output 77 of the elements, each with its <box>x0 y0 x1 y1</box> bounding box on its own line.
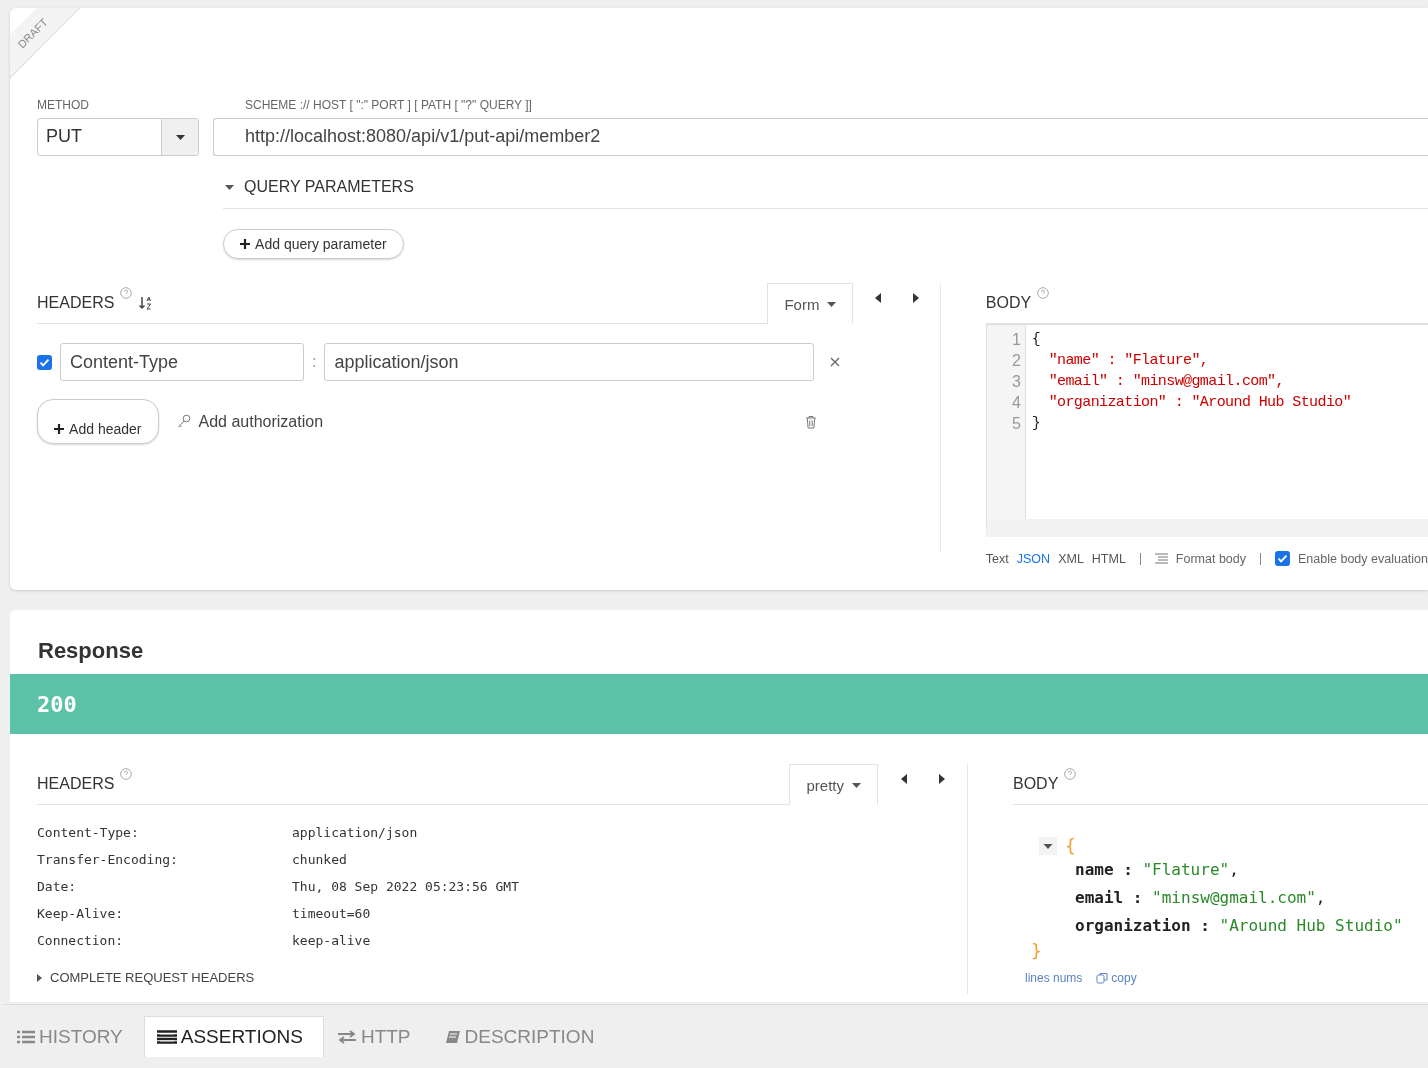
exchange-icon <box>336 1030 357 1044</box>
header-value: application/json <box>292 825 418 842</box>
copy-link[interactable]: copy <box>1111 971 1137 985</box>
format-tab[interactable]: HTML <box>1091 551 1126 566</box>
line-number: 5 <box>1010 414 1022 434</box>
header-name-field[interactable]: Content-Type <box>60 343 304 381</box>
bottom-tab[interactable]: ASSERTIONS <box>143 1016 324 1057</box>
evaluation-label: Enable body evaluation <box>1298 551 1428 566</box>
code-line: "name" : "Flature", <box>1047 351 1210 371</box>
complete-request-headers-toggle[interactable]: COMPLETE REQUEST HEADERS <box>50 970 255 985</box>
header-value-field[interactable]: application/json <box>324 343 815 381</box>
caret-icon[interactable] <box>37 973 42 982</box>
line-numbers-link[interactable]: lines nums <box>1025 971 1083 985</box>
body-title: BODY <box>1013 775 1059 793</box>
key-icon[interactable] <box>176 414 191 429</box>
pretty-dropdown[interactable]: pretty <box>789 764 878 805</box>
json-field: organization : "Around Hub Studio" <box>1039 912 1428 940</box>
close-icon[interactable] <box>830 357 841 367</box>
caret-icon[interactable] <box>225 184 234 190</box>
method-select[interactable]: PUT <box>37 118 199 156</box>
header-value: chunked <box>292 852 347 869</box>
headers-title: HEADERS <box>37 775 115 793</box>
plus-icon <box>54 424 64 434</box>
trash-icon[interactable] <box>805 414 818 429</box>
evaluation-checkbox[interactable] <box>1275 551 1291 566</box>
headers-title: HEADERS <box>37 294 115 312</box>
json-field: name : "Flature", <box>1039 856 1428 884</box>
line-number: 4 <box>1010 393 1022 413</box>
header-name: Date: <box>37 879 78 896</box>
collapse-left-icon[interactable] <box>900 774 907 784</box>
method-label: METHOD <box>37 98 90 114</box>
line-number: 3 <box>1010 372 1022 392</box>
colon-separator: : <box>312 353 317 371</box>
code-line: "organization" : "Around Hub Studio" <box>1047 393 1353 413</box>
add-header-button[interactable]: Add header <box>37 399 159 444</box>
caret-icon <box>827 301 837 307</box>
line-number: 2 <box>1010 351 1022 371</box>
header-checkbox[interactable] <box>37 354 52 370</box>
url-field[interactable]: http://localhost:8080/api/v1/put-api/member2 <box>213 118 1428 156</box>
expand-right-icon[interactable] <box>938 774 945 784</box>
collapse-toggle[interactable] <box>1039 836 1057 855</box>
header-name: Content-Type: <box>37 825 140 842</box>
code-line: { <box>1031 330 1042 350</box>
format-tab[interactable]: XML <box>1058 551 1084 566</box>
list-icon <box>156 1030 177 1044</box>
caret-icon <box>175 134 185 140</box>
add-query-parameter-button[interactable]: Add query parameter <box>223 229 404 259</box>
format-body-button[interactable]: Format body <box>1175 551 1247 566</box>
header-name: Transfer-Encoding: <box>37 852 179 869</box>
response-title: Response <box>37 637 145 665</box>
format-tab[interactable]: Text <box>985 551 1009 566</box>
line-number: 1 <box>1010 330 1022 350</box>
close-brace: } <box>1031 940 1043 961</box>
format-tab[interactable]: JSON <box>1016 551 1051 566</box>
collapse-left-icon[interactable] <box>874 293 881 303</box>
header-value: keep-alive <box>292 933 371 950</box>
status-code: 200 <box>37 691 77 717</box>
code-line: } <box>1031 414 1042 434</box>
header-name: Keep-Alive: <box>37 906 125 923</box>
json-field: email : "minsw@gmail.com", <box>1039 884 1428 912</box>
form-dropdown[interactable]: Form <box>767 283 854 324</box>
expand-right-icon[interactable] <box>912 293 919 303</box>
code-line: "email" : "minsw@gmail.com", <box>1047 372 1285 392</box>
list-icon <box>17 1030 35 1044</box>
book-icon <box>444 1029 461 1045</box>
code-editor[interactable]: 1 2 3 4 5 { "name" : "Flature", "email" : "minsw@gmail.com", "organization" : "Around Hub Studio" } <box>985 324 1428 537</box>
header-name: Connection: <box>37 933 125 950</box>
body-title: BODY <box>985 294 1032 312</box>
open-brace: { <box>1065 835 1076 856</box>
plus-icon <box>240 239 250 249</box>
header-value: timeout=60 <box>292 906 371 923</box>
caret-icon <box>852 782 861 788</box>
add-authorization-link[interactable]: Add authorization <box>198 412 324 431</box>
header-value: Thu, 08 Sep 2022 05:23:56 GMT <box>292 879 519 896</box>
query-parameters-title: QUERY PARAMETERS <box>244 178 414 196</box>
copy-icon[interactable] <box>1096 972 1110 984</box>
url-label: SCHEME :// HOST [ ":" PORT ] [ PATH [ "?" QUERY ]] <box>244 98 533 114</box>
